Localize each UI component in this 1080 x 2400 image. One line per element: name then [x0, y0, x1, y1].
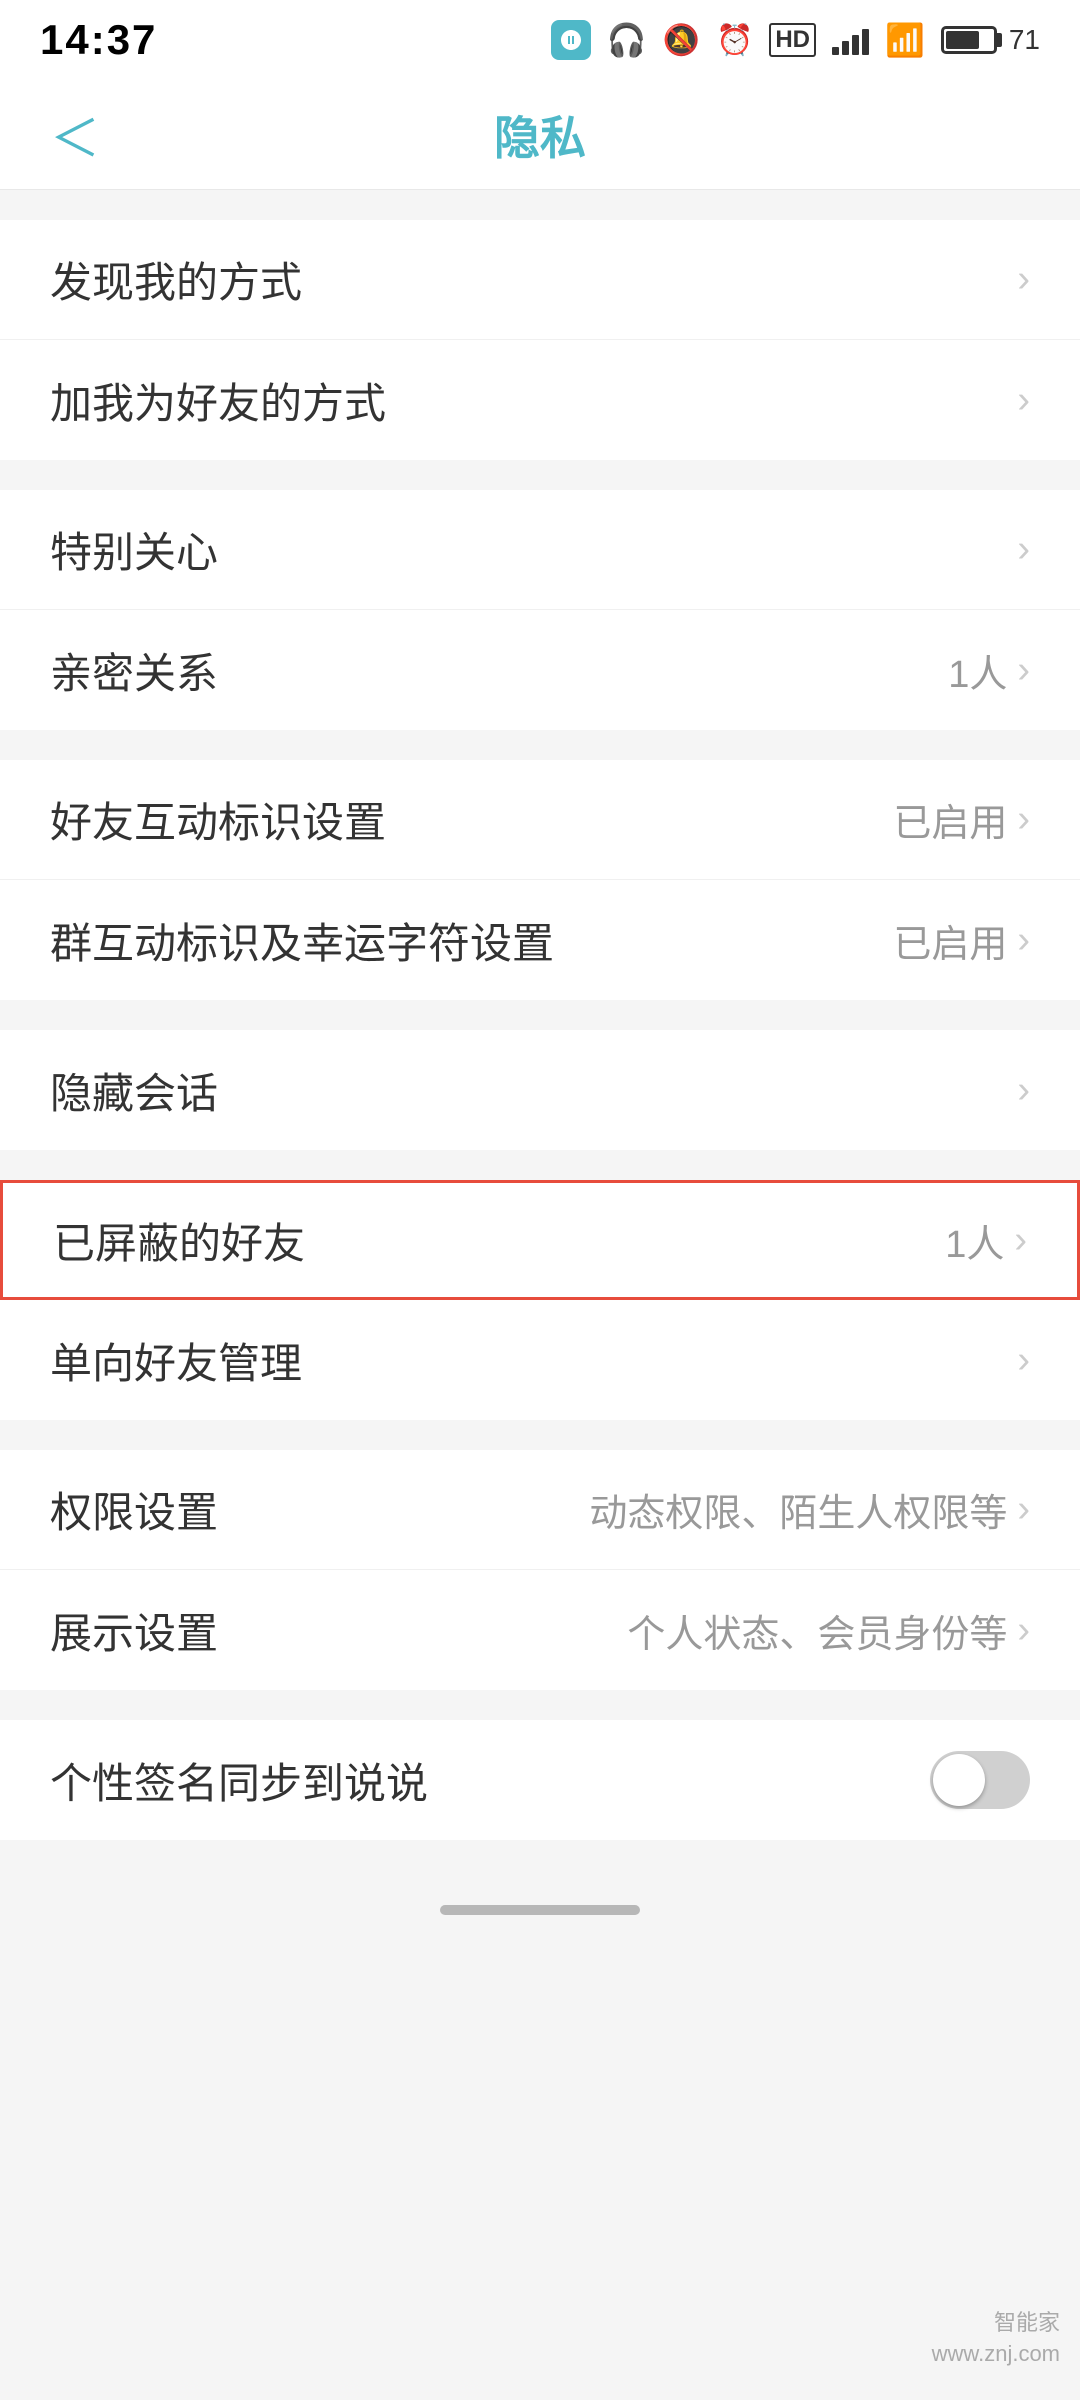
menu-item-friend-interaction[interactable]: 好友互动标识设置 已启用 › [0, 760, 1080, 880]
special-care-right: › [1017, 528, 1030, 571]
discover-ways-chevron: › [1017, 258, 1030, 301]
special-care-chevron: › [1017, 528, 1030, 571]
group-interaction-value: 已启用 [893, 913, 1007, 968]
menu-item-special-care[interactable]: 特别关心 › [0, 490, 1080, 610]
home-indicator [440, 1905, 640, 1915]
signature-sync-toggle-container [930, 1751, 1030, 1809]
section-gap-6 [0, 1420, 1080, 1450]
one-way-friends-chevron: › [1017, 1339, 1030, 1382]
add-friend-ways-label: 加我为好友的方式 [50, 370, 386, 431]
discover-ways-right: › [1017, 258, 1030, 301]
group-interaction-right: 已启用 › [893, 913, 1030, 968]
permission-settings-right: 动态权限、陌生人权限等 › [589, 1482, 1030, 1537]
add-friend-ways-right: › [1017, 379, 1030, 422]
friend-interaction-chevron: › [1017, 798, 1030, 841]
mute-icon: 🔕 [663, 23, 700, 58]
menu-group-6: 权限设置 动态权限、陌生人权限等 › 展示设置 个人状态、会员身份等 › [0, 1450, 1080, 1690]
watermark-line2: www.znj.com [932, 2339, 1060, 2370]
menu-item-add-friend-ways[interactable]: 加我为好友的方式 › [0, 340, 1080, 460]
add-friend-ways-chevron: › [1017, 379, 1030, 422]
nav-bar: ＜ 隐私 [0, 80, 1080, 190]
content: 发现我的方式 › 加我为好友的方式 › 特别关心 › 亲密关系 1人 › [0, 190, 1080, 1870]
alarm-icon: ⏰ [716, 23, 753, 58]
menu-item-display-settings[interactable]: 展示设置 个人状态、会员身份等 › [0, 1570, 1080, 1690]
menu-item-group-interaction[interactable]: 群互动标识及幸运字符设置 已启用 › [0, 880, 1080, 1000]
section-gap-bottom [0, 1840, 1080, 1870]
blocked-friends-label: 已屏蔽的好友 [53, 1210, 305, 1271]
permission-settings-chevron: › [1017, 1488, 1030, 1531]
group-interaction-label: 群互动标识及幸运字符设置 [50, 910, 554, 971]
discover-ways-label: 发现我的方式 [50, 249, 302, 310]
section-gap-7 [0, 1690, 1080, 1720]
menu-item-signature-sync[interactable]: 个性签名同步到说说 [0, 1720, 1080, 1840]
permission-settings-label: 权限设置 [50, 1479, 218, 1540]
menu-group-4: 隐藏会话 › [0, 1030, 1080, 1150]
watermark-line1: 智能家 [932, 2308, 1060, 2339]
blocked-friends-value: 1人 [945, 1213, 1004, 1268]
menu-group-7: 个性签名同步到说说 [0, 1720, 1080, 1840]
signal-icon [832, 25, 869, 55]
home-indicator-bar [0, 1870, 1080, 1950]
page-title: 隐私 [494, 102, 586, 168]
hide-conversation-chevron: › [1017, 1069, 1030, 1112]
menu-group-1: 发现我的方式 › 加我为好友的方式 › [0, 220, 1080, 460]
friend-interaction-label: 好友互动标识设置 [50, 789, 386, 850]
friend-interaction-value: 已启用 [893, 792, 1007, 847]
display-settings-value: 个人状态、会员身份等 [627, 1603, 1007, 1658]
special-care-label: 特别关心 [50, 519, 218, 580]
section-gap-2 [0, 460, 1080, 490]
section-gap-4 [0, 1000, 1080, 1030]
close-relations-label: 亲密关系 [50, 640, 218, 701]
menu-item-hide-conversation[interactable]: 隐藏会话 › [0, 1030, 1080, 1150]
display-settings-right: 个人状态、会员身份等 › [627, 1603, 1030, 1658]
headphone-icon: 🎧 [607, 21, 647, 59]
display-settings-label: 展示设置 [50, 1600, 218, 1661]
menu-item-blocked-friends[interactable]: 已屏蔽的好友 1人 › [0, 1180, 1080, 1300]
status-bar: 14:37 🎧 🔕 ⏰ HD 📶 71 [0, 0, 1080, 80]
close-relations-chevron: › [1017, 649, 1030, 692]
close-relations-right: 1人 › [948, 643, 1030, 698]
menu-item-discover-ways[interactable]: 发现我的方式 › [0, 220, 1080, 340]
menu-item-close-relations[interactable]: 亲密关系 1人 › [0, 610, 1080, 730]
one-way-friends-right: › [1017, 1339, 1030, 1382]
menu-group-3: 好友互动标识设置 已启用 › 群互动标识及幸运字符设置 已启用 › [0, 760, 1080, 1000]
status-time: 14:37 [40, 16, 157, 64]
watermark: 智能家 www.znj.com [932, 2308, 1060, 2370]
section-gap-1 [0, 190, 1080, 220]
one-way-friends-label: 单向好友管理 [50, 1330, 302, 1391]
hide-conversation-label: 隐藏会话 [50, 1060, 218, 1121]
friend-interaction-right: 已启用 › [893, 792, 1030, 847]
menu-item-permission-settings[interactable]: 权限设置 动态权限、陌生人权限等 › [0, 1450, 1080, 1570]
permission-settings-value: 动态权限、陌生人权限等 [589, 1482, 1007, 1537]
blocked-friends-chevron: › [1014, 1219, 1027, 1262]
signature-sync-label: 个性签名同步到说说 [50, 1750, 428, 1811]
hd-label: HD [769, 23, 816, 57]
section-gap-3 [0, 730, 1080, 760]
hide-conversation-right: › [1017, 1069, 1030, 1112]
battery-icon: 71 [941, 24, 1040, 56]
menu-group-2: 特别关心 › 亲密关系 1人 › [0, 490, 1080, 730]
menu-item-one-way-friends[interactable]: 单向好友管理 › [0, 1300, 1080, 1420]
close-relations-value: 1人 [948, 643, 1007, 698]
battery-percent: 71 [1009, 24, 1040, 56]
display-settings-chevron: › [1017, 1609, 1030, 1652]
menu-group-5: 已屏蔽的好友 1人 › 单向好友管理 › [0, 1180, 1080, 1420]
section-gap-5 [0, 1150, 1080, 1180]
toggle-knob [933, 1754, 985, 1806]
blocked-friends-right: 1人 › [945, 1213, 1027, 1268]
status-icons: 🎧 🔕 ⏰ HD 📶 71 [551, 20, 1040, 60]
notification-icon [551, 20, 591, 60]
group-interaction-chevron: › [1017, 919, 1030, 962]
back-button[interactable]: ＜ [40, 89, 110, 181]
signature-sync-toggle[interactable] [930, 1751, 1030, 1809]
wifi-icon: 📶 [885, 21, 925, 59]
